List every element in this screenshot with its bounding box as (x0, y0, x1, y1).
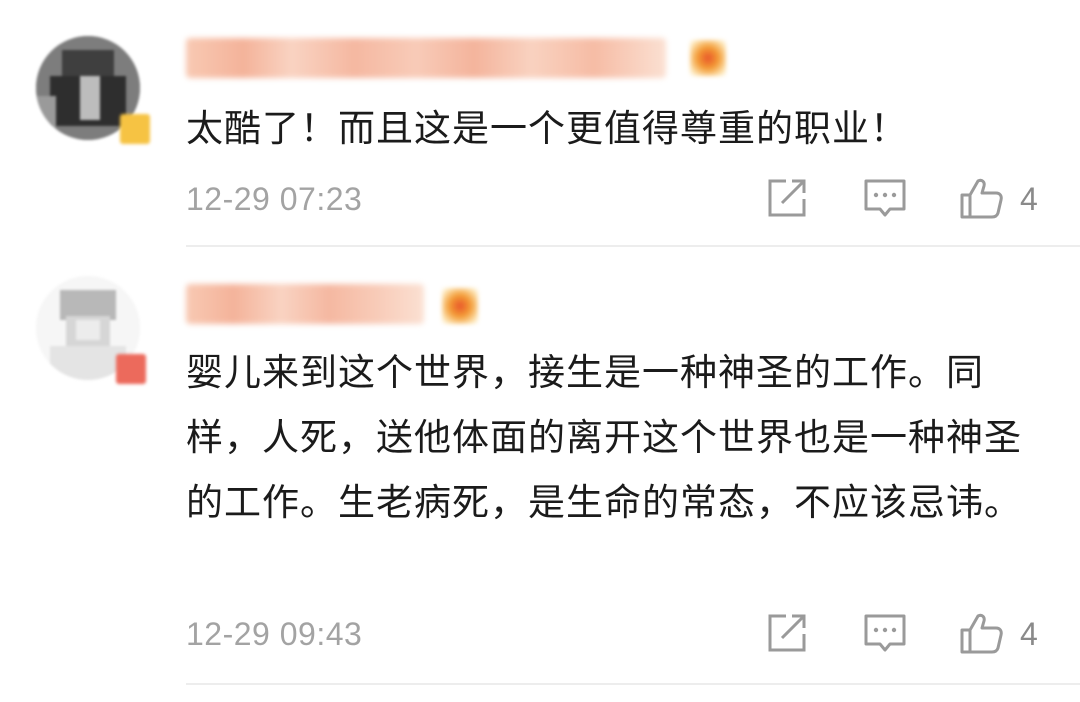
like-icon[interactable] (958, 610, 1004, 656)
username-blurred[interactable] (186, 284, 424, 324)
share-icon[interactable] (764, 610, 810, 656)
comment-meta: 12-29 07:23 4 (0, 175, 1080, 225)
verified-badge-icon (120, 114, 150, 144)
verified-badge-icon (116, 354, 146, 384)
like-count: 4 (1020, 181, 1038, 217)
avatar[interactable] (36, 276, 148, 388)
divider (186, 683, 1080, 685)
reply-icon[interactable] (862, 175, 908, 221)
username-blurred[interactable] (186, 38, 666, 78)
comment-time: 12-29 07:23 (186, 181, 363, 217)
vip-badge-icon (690, 40, 726, 76)
like-icon[interactable] (958, 175, 1004, 221)
reply-icon[interactable] (862, 610, 908, 656)
vip-badge-icon (442, 288, 478, 324)
comment-time: 12-29 09:43 (186, 616, 363, 652)
comment-text: 太酷了！而且这是一个更值得尊重的职业！ (186, 107, 908, 150)
like-count: 4 (1020, 616, 1038, 652)
share-icon[interactable] (764, 175, 810, 221)
divider (186, 245, 1080, 247)
comment-meta: 12-29 09:43 4 (0, 610, 1080, 660)
comment-text: 婴儿来到这个世界，接生是一种神圣的工作。同样，人死，送他体面的离开这个世界也是一… (186, 351, 1022, 524)
avatar[interactable] (36, 36, 150, 148)
